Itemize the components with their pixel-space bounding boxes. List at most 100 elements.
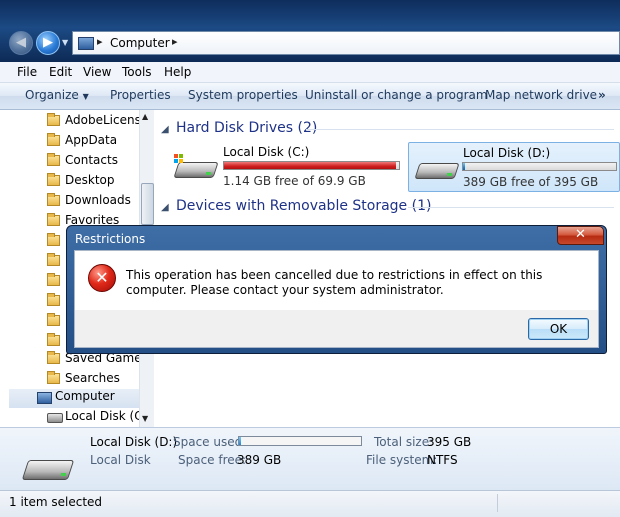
hard-disk-led bbox=[447, 173, 452, 176]
properties-button[interactable]: Properties bbox=[110, 88, 171, 102]
drive-tile-d[interactable]: Local Disk (D:) 389 GB free of 395 GB bbox=[408, 142, 620, 192]
drive-free-space: 389 GB free of 395 GB bbox=[463, 175, 599, 189]
scroll-thumb[interactable] bbox=[141, 183, 154, 225]
hard-disk-icon bbox=[47, 413, 63, 423]
folder-icon bbox=[47, 293, 60, 306]
menu-help[interactable]: Help bbox=[164, 65, 191, 79]
desktop-folder-icon bbox=[47, 173, 60, 186]
space-used-label: Space used: bbox=[173, 435, 247, 449]
chevron-right-icon[interactable]: ▸ bbox=[97, 35, 103, 48]
tree-item-label: Searches bbox=[65, 371, 120, 385]
group-header-hard-disks[interactable]: Hard Disk Drives (2) bbox=[176, 120, 317, 136]
dialog-message: This operation has been cancelled due to… bbox=[126, 268, 543, 297]
tree-item[interactable] bbox=[47, 233, 67, 252]
tree-item[interactable]: AppData bbox=[47, 133, 139, 152]
collapse-icon[interactable]: ◢ bbox=[161, 202, 169, 213]
command-bar: Organize ▼ Properties System properties … bbox=[0, 83, 620, 110]
group-divider bbox=[306, 129, 614, 130]
hard-disk-body bbox=[414, 163, 460, 179]
tree-item[interactable]: AdobeLicensin bbox=[47, 113, 152, 132]
address-location[interactable]: Computer bbox=[110, 36, 170, 50]
tree-item[interactable] bbox=[47, 253, 67, 272]
total-size-value: 395 GB bbox=[427, 435, 472, 449]
tree-item-local-disk-c[interactable]: Local Disk (C:) bbox=[47, 409, 151, 427]
folder-icon bbox=[47, 313, 60, 326]
tree-item-label: AppData bbox=[65, 133, 118, 147]
chevron-down-icon: ▼ bbox=[82, 92, 89, 101]
map-network-drive-button[interactable]: Map network drive bbox=[485, 88, 597, 102]
drive-usage-bar bbox=[223, 161, 400, 170]
menu-bar: File Edit View Tools Help bbox=[0, 62, 620, 83]
menu-file[interactable]: File bbox=[17, 65, 37, 79]
drive-free-space: 1.14 GB free of 69.9 GB bbox=[223, 174, 366, 188]
space-free-label: Space free: bbox=[178, 453, 247, 467]
error-icon: ✕ bbox=[88, 264, 116, 292]
drive-name: Local Disk (D:) bbox=[463, 146, 551, 160]
tree-item[interactable]: Searches bbox=[47, 371, 139, 390]
tree-item[interactable]: Downloads bbox=[47, 193, 139, 212]
drive-usage-fill bbox=[463, 163, 466, 170]
scroll-down-icon[interactable]: ▼ bbox=[142, 414, 148, 423]
hard-disk-icon bbox=[21, 456, 75, 486]
restrictions-dialog: Restrictions ✕ ✕ This operation has been… bbox=[66, 225, 607, 354]
tree-item-label: Computer bbox=[55, 389, 115, 403]
tree-item-computer[interactable]: Computer bbox=[9, 389, 139, 408]
menu-tools[interactable]: Tools bbox=[122, 65, 152, 79]
file-system-value: NTFS bbox=[427, 453, 458, 467]
organize-button[interactable]: Organize ▼ bbox=[25, 88, 89, 102]
dialog-title: Restrictions bbox=[75, 232, 146, 246]
folder-icon bbox=[47, 333, 60, 346]
favorites-folder-icon bbox=[47, 213, 60, 226]
downloads-folder-icon bbox=[47, 193, 60, 206]
collapse-icon[interactable]: ◢ bbox=[161, 124, 169, 135]
searches-folder-icon bbox=[47, 371, 60, 384]
details-pane: Local Disk (D:) Local Disk Space used: S… bbox=[0, 427, 620, 490]
tree-item[interactable]: Desktop bbox=[47, 173, 139, 192]
folder-icon bbox=[47, 133, 60, 146]
windows-logo-icon bbox=[174, 154, 184, 164]
computer-icon bbox=[37, 392, 52, 404]
tree-item[interactable] bbox=[47, 313, 67, 332]
ok-button[interactable]: OK bbox=[528, 318, 589, 340]
tree-item[interactable] bbox=[47, 333, 67, 352]
details-usage-fill bbox=[239, 437, 241, 445]
hard-disk-icon bbox=[414, 157, 460, 183]
system-properties-button[interactable]: System properties bbox=[188, 88, 298, 102]
forward-button[interactable]: ▶ bbox=[36, 31, 60, 55]
chevron-right-icon[interactable]: ▸ bbox=[172, 35, 178, 48]
tree-item[interactable]: Contacts bbox=[47, 153, 139, 172]
computer-icon bbox=[78, 37, 94, 50]
details-name: Local Disk (D:) bbox=[90, 435, 178, 449]
folder-icon bbox=[47, 273, 60, 286]
more-commands-button[interactable]: » bbox=[598, 88, 606, 102]
organize-label: Organize bbox=[25, 88, 79, 102]
folder-icon bbox=[47, 253, 60, 266]
recent-pages-icon[interactable]: ▼ bbox=[62, 38, 68, 47]
tree-item[interactable] bbox=[47, 273, 67, 292]
hard-disk-icon bbox=[173, 154, 219, 182]
address-bar[interactable]: ▸ Computer ▸ bbox=[72, 31, 620, 55]
drive-tile-c[interactable]: Local Disk (C:) 1.14 GB free of 69.9 GB bbox=[166, 142, 406, 192]
folder-icon bbox=[47, 113, 60, 126]
space-free-value: 389 GB bbox=[237, 453, 282, 467]
menu-edit[interactable]: Edit bbox=[49, 65, 72, 79]
group-header-removable[interactable]: Devices with Removable Storage (1) bbox=[176, 198, 431, 214]
tree-item[interactable] bbox=[47, 293, 67, 312]
title-bar: ◀ ▶ ▼ ▸ Computer ▸ bbox=[0, 0, 620, 62]
group-divider bbox=[408, 207, 614, 208]
details-type: Local Disk bbox=[90, 453, 151, 467]
tree-item-label: Downloads bbox=[65, 193, 131, 207]
saved-games-folder-icon bbox=[47, 351, 60, 364]
back-button[interactable]: ◀ bbox=[9, 31, 33, 55]
uninstall-program-button[interactable]: Uninstall or change a program bbox=[305, 88, 488, 102]
status-bar: 1 item selected bbox=[0, 490, 620, 517]
details-usage-bar bbox=[238, 436, 362, 446]
folder-icon bbox=[47, 233, 60, 246]
status-divider bbox=[497, 494, 498, 512]
tree-item-label: Desktop bbox=[65, 173, 115, 187]
hard-disk-body bbox=[21, 460, 75, 480]
close-button[interactable]: ✕ bbox=[557, 226, 604, 245]
scroll-up-icon[interactable]: ▲ bbox=[142, 112, 148, 121]
total-size-label: Total size: bbox=[374, 435, 434, 449]
menu-view[interactable]: View bbox=[83, 65, 111, 79]
